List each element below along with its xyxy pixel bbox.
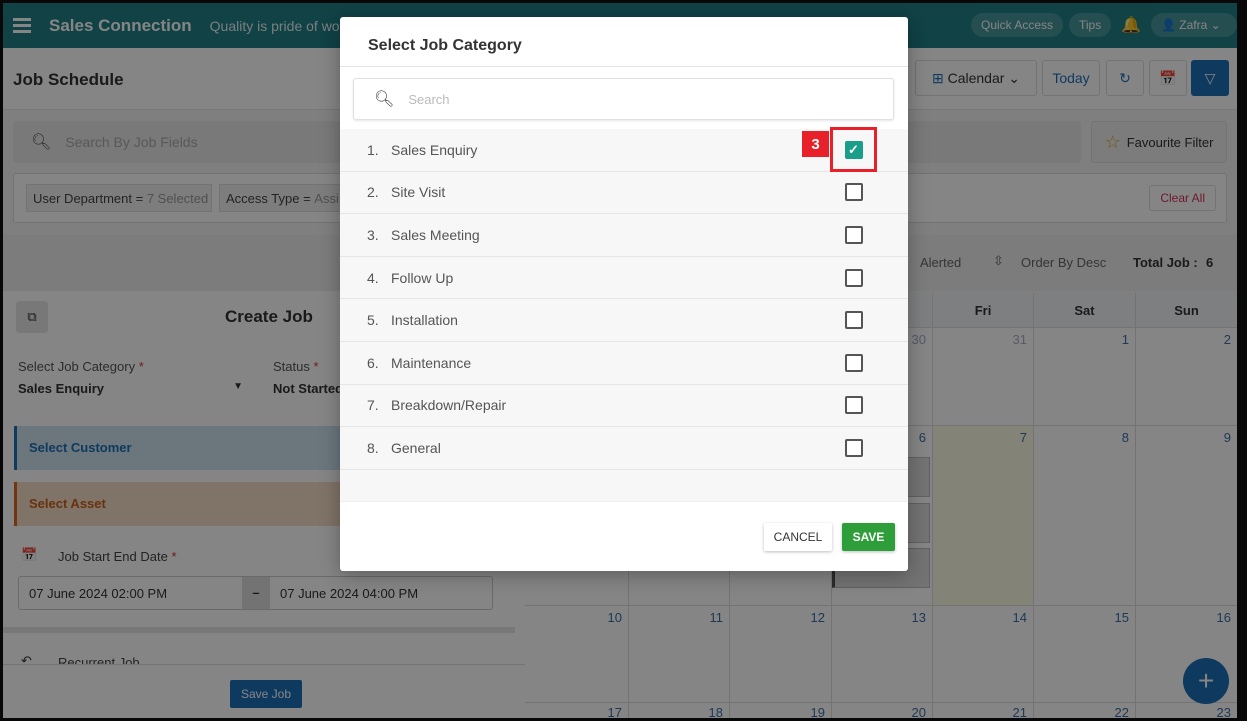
category-item[interactable]: 8. General <box>340 427 908 470</box>
save-button[interactable]: SAVE <box>842 523 895 551</box>
checkbox[interactable] <box>845 311 863 330</box>
item-label: Installation <box>391 312 458 329</box>
item-number: 2. <box>367 184 379 201</box>
category-search: 🔍︎ <box>353 78 894 120</box>
item-number: 6. <box>367 354 379 371</box>
item-number: 4. <box>367 269 379 286</box>
category-item[interactable]: 7. Breakdown/Repair <box>340 385 908 428</box>
checkbox[interactable] <box>845 396 863 415</box>
category-search-input[interactable] <box>408 91 849 107</box>
checkbox[interactable] <box>845 183 863 202</box>
checkbox[interactable] <box>845 268 863 287</box>
dialog-title: Select Job Category <box>340 17 908 67</box>
item-label: Maintenance <box>391 354 472 371</box>
dialog-footer: CANCEL SAVE <box>340 501 908 571</box>
item-number: 8. <box>367 439 379 456</box>
item-number: 7. <box>367 397 379 414</box>
item-label: Follow Up <box>391 269 454 286</box>
category-item[interactable]: 5. Installation <box>340 299 908 342</box>
item-label: Site Visit <box>391 184 446 201</box>
select-job-category-dialog: Select Job Category 🔍︎ 1.Sales Enquiry✓2… <box>340 17 908 571</box>
item-label: General <box>391 439 441 456</box>
checkbox[interactable] <box>845 225 863 244</box>
checkbox[interactable] <box>845 438 863 457</box>
item-number: 1. <box>367 141 379 158</box>
category-item[interactable]: 4. Follow Up <box>340 257 908 300</box>
category-item[interactable]: 2. Site Visit <box>340 172 908 215</box>
item-label: Sales Meeting <box>391 226 480 243</box>
category-item[interactable]: 3. Sales Meeting <box>340 214 908 257</box>
annotation-label: 3 <box>802 131 829 157</box>
item-number: 3. <box>367 226 379 243</box>
search-icon: 🔍︎ <box>374 91 395 108</box>
category-item[interactable]: 6. Maintenance <box>340 342 908 385</box>
cancel-button[interactable]: CANCEL <box>764 523 832 551</box>
checkbox[interactable] <box>845 353 863 372</box>
item-number: 5. <box>367 312 379 329</box>
item-label: Breakdown/Repair <box>391 397 507 414</box>
item-label: Sales Enquiry <box>391 141 478 158</box>
category-list: 1. Sales Enquiry ✓ 2. Site Visit 3. Sales Meet… <box>340 129 908 502</box>
annotation-box <box>830 127 877 172</box>
